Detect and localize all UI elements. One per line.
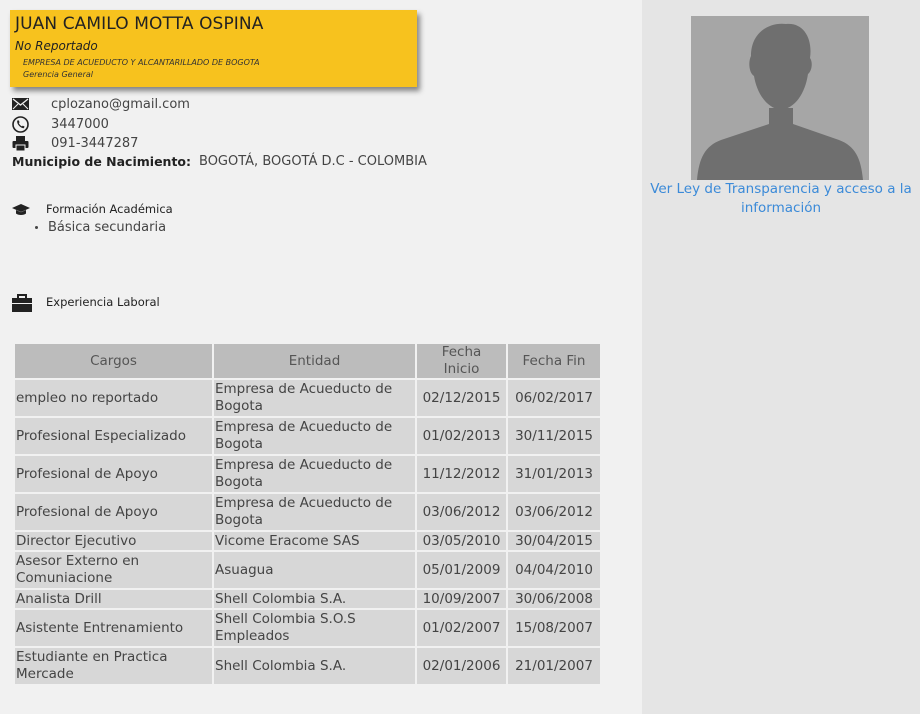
contact-email-row: cplozano@gmail.com xyxy=(12,95,190,113)
phone-icon xyxy=(12,115,32,133)
cell-entidad: Empresa de Acueducto de Bogota xyxy=(214,380,415,416)
cell-cargo: Asistente Entrenamiento xyxy=(15,610,212,646)
education-item: Básica secundaria xyxy=(48,220,167,235)
person-silhouette-icon xyxy=(691,16,869,180)
experience-table: Cargos Entidad Fecha Inicio Fecha Fin em… xyxy=(13,342,602,686)
table-row: Profesional de Apoyo Empresa de Acueduct… xyxy=(15,456,600,492)
cell-fecha-inicio: 11/12/2012 xyxy=(417,456,506,492)
graduation-cap-icon xyxy=(12,201,30,220)
cell-fecha-fin: 30/04/2015 xyxy=(508,532,600,550)
experience-title: Experiencia Laboral xyxy=(46,295,160,309)
contact-phone-row: 3447000 xyxy=(12,115,109,133)
cell-fecha-fin: 06/02/2017 xyxy=(508,380,600,416)
bullet xyxy=(35,226,38,229)
person-department: Gerencia General xyxy=(23,70,93,79)
cell-entidad: Shell Colombia S.A. xyxy=(214,648,415,684)
cell-cargo: Director Ejecutivo xyxy=(15,532,212,550)
cell-cargo-text: Asesor Externo en Comuniacione xyxy=(16,553,140,586)
header-entidad: Entidad xyxy=(214,344,415,378)
header-fecha-inicio-label: Fecha Inicio xyxy=(441,344,482,377)
cell-entidad: Empresa de Acueducto de Bogota xyxy=(214,456,415,492)
cell-fecha-fin: 21/01/2007 xyxy=(508,648,600,684)
list-item: Básica secundaria xyxy=(35,220,166,235)
education-list: Básica secundaria xyxy=(35,220,166,235)
cell-entidad: Vicome Eracome SAS xyxy=(214,532,415,550)
header-cargos: Cargos xyxy=(15,344,212,378)
cell-fecha-fin: 15/08/2007 xyxy=(508,610,600,646)
table-row: Estudiante en Practica Mercade Shell Col… xyxy=(15,648,600,684)
cell-cargo: Estudiante en Practica Mercade xyxy=(15,648,212,684)
printer-icon xyxy=(12,135,32,151)
education-title: Formación Académica xyxy=(46,202,173,216)
fax-value: 091-3447287 xyxy=(51,135,139,151)
person-status: No Reportado xyxy=(15,39,98,53)
cell-cargo: Profesional Especializado xyxy=(15,418,212,454)
cell-fecha-inicio: 01/02/2013 xyxy=(417,418,506,454)
cell-fecha-fin: 04/04/2010 xyxy=(508,552,600,588)
cell-fecha-fin: 03/06/2012 xyxy=(508,494,600,530)
briefcase-icon xyxy=(12,294,32,316)
profile-main: JUAN CAMILO MOTTA OSPINA No Reportado EM… xyxy=(0,0,642,714)
cell-cargo: Asesor Externo en Comuniacione xyxy=(15,552,212,588)
cell-entidad: Empresa de Acueducto de Bogota xyxy=(214,418,415,454)
cell-cargo: empleo no reportado xyxy=(15,380,212,416)
cell-fecha-inicio: 10/09/2007 xyxy=(417,590,506,608)
cell-fecha-inicio: 01/02/2007 xyxy=(417,610,506,646)
table-row: Asesor Externo en Comuniacione Asuagua 0… xyxy=(15,552,600,588)
birthplace-row: Municipio de Nacimiento: BOGOTÁ, BOGOTÁ … xyxy=(12,154,427,170)
header-fecha-fin: Fecha Fin xyxy=(508,344,600,378)
cell-entidad: Shell Colombia S.A. xyxy=(214,590,415,608)
cell-cargo: Analista Drill xyxy=(15,590,212,608)
cell-entidad: Asuagua xyxy=(214,552,415,588)
cell-fecha-inicio: 02/01/2006 xyxy=(417,648,506,684)
contact-fax-row: 091-3447287 xyxy=(12,134,138,152)
cell-entidad: Shell Colombia S.O.S Empleados xyxy=(214,610,415,646)
person-company: EMPRESA DE ACUEDUCTO Y ALCANTARILLADO DE… xyxy=(23,58,260,67)
transparency-link[interactable]: Ver Ley de Transparencia y acceso a la i… xyxy=(645,180,917,218)
name-card: JUAN CAMILO MOTTA OSPINA No Reportado EM… xyxy=(10,10,417,87)
cell-fecha-inicio: 03/06/2012 xyxy=(417,494,506,530)
table-row: empleo no reportado Empresa de Acueducto… xyxy=(15,380,600,416)
birthplace-value: BOGOTÁ, BOGOTÁ D.C - COLOMBIA xyxy=(199,154,427,169)
table-header-row: Cargos Entidad Fecha Inicio Fecha Fin xyxy=(15,344,600,378)
header-fecha-inicio: Fecha Inicio xyxy=(417,344,506,378)
cell-entidad-text: Shell Colombia S.O.S Empleados xyxy=(215,611,356,644)
email-value: cplozano@gmail.com xyxy=(51,96,190,112)
cell-cargo-text: Estudiante en Practica Mercade xyxy=(16,649,168,682)
cell-cargo: Profesional de Apoyo xyxy=(15,456,212,492)
cell-cargo: Profesional de Apoyo xyxy=(15,494,212,530)
cell-entidad: Empresa de Acueducto de Bogota xyxy=(214,494,415,530)
cell-fecha-inicio: 03/05/2010 xyxy=(417,532,506,550)
cell-fecha-inicio: 02/12/2015 xyxy=(417,380,506,416)
person-name: JUAN CAMILO MOTTA OSPINA xyxy=(15,14,264,34)
cell-fecha-inicio: 05/01/2009 xyxy=(417,552,506,588)
cell-fecha-fin: 30/06/2008 xyxy=(508,590,600,608)
table-row: Profesional de Apoyo Empresa de Acueduct… xyxy=(15,494,600,530)
envelope-icon xyxy=(12,96,32,112)
table-row: Director Ejecutivo Vicome Eracome SAS 03… xyxy=(15,532,600,550)
table-row: Profesional Especializado Empresa de Acu… xyxy=(15,418,600,454)
cell-fecha-fin: 31/01/2013 xyxy=(508,456,600,492)
cell-fecha-fin: 30/11/2015 xyxy=(508,418,600,454)
table-row: Asistente Entrenamiento Shell Colombia S… xyxy=(15,610,600,646)
phone-value: 3447000 xyxy=(51,116,109,132)
birthplace-label: Municipio de Nacimiento: xyxy=(12,154,192,169)
table-row: Analista Drill Shell Colombia S.A. 10/09… xyxy=(15,590,600,608)
